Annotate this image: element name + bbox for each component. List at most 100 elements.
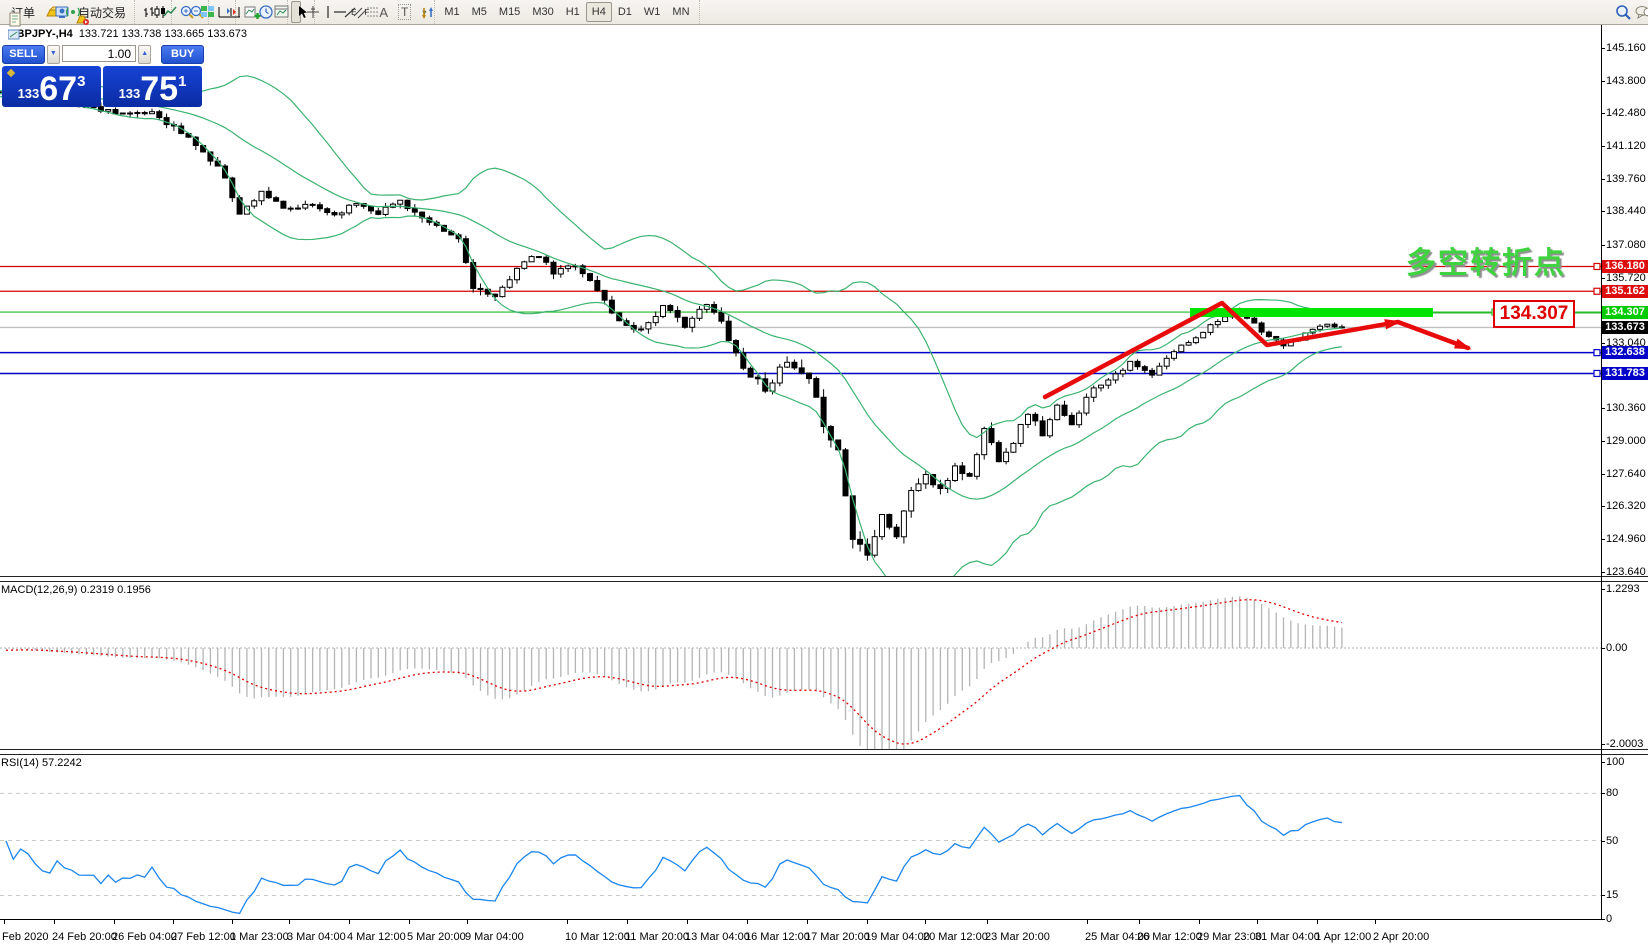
text-label-tool[interactable]: T bbox=[393, 1, 416, 23]
time-axis-tick bbox=[409, 920, 410, 924]
time-axis-tick bbox=[1087, 920, 1088, 924]
time-axis-label: Feb 2020 bbox=[2, 931, 48, 943]
buy-button[interactable]: BUY bbox=[161, 45, 204, 64]
macd-axis-tick bbox=[1601, 589, 1605, 590]
price-axis-label: 135.720 bbox=[1606, 272, 1646, 284]
price-axis-tick bbox=[1601, 572, 1605, 573]
time-axis-tick bbox=[1375, 920, 1376, 924]
price-axis-tick bbox=[1601, 441, 1605, 442]
macd-label: MACD(12,26,9) 0.2319 0.1956 bbox=[1, 584, 151, 596]
rsi-panel[interactable] bbox=[0, 753, 1601, 919]
timeframe-button-h1[interactable]: H1 bbox=[560, 2, 586, 22]
market-button[interactable] bbox=[40, 1, 50, 23]
arrows-tool[interactable]: ▾ bbox=[416, 1, 431, 23]
time-axis-tick bbox=[467, 920, 468, 924]
time-axis-label: 5 Mar 20:00 bbox=[407, 931, 466, 943]
time-axis-label: 27 Feb 12:00 bbox=[171, 931, 236, 943]
time-axis-tick bbox=[4, 920, 5, 924]
price-axis-tick bbox=[1601, 81, 1605, 82]
time-axis-tick bbox=[1139, 920, 1140, 924]
sell-price-main: 67 bbox=[39, 74, 77, 104]
price-annotation-box: 134.307 bbox=[1493, 300, 1575, 328]
one-click-trading-panel: SELL ▼ ▲ BUY 133 67 3 133 75 1 bbox=[2, 45, 204, 108]
rsi-axis-label: 100 bbox=[1606, 756, 1624, 768]
time-axis-label: 11 Mar 20:00 bbox=[625, 931, 689, 943]
turning-point-annotation: 多空转折点 bbox=[1406, 238, 1566, 282]
volume-input[interactable] bbox=[62, 45, 136, 62]
time-axis-tick bbox=[807, 920, 808, 924]
price-axis-tick bbox=[1601, 179, 1605, 180]
volume-decrease-button[interactable]: ▼ bbox=[47, 45, 60, 64]
time-axis-label: 17 Mar 20:00 bbox=[805, 931, 870, 943]
toolbar: 订单 自动交易 ▾ ▾ ▾ bbox=[0, 0, 1648, 25]
buy-price-pip: 1 bbox=[178, 73, 186, 90]
price-axis-label: 139.760 bbox=[1606, 173, 1646, 185]
price-axis-tick bbox=[1601, 278, 1605, 279]
price-axis-label: 129.000 bbox=[1606, 435, 1646, 447]
rsi-axis-label: 15 bbox=[1606, 889, 1618, 901]
macd-axis-label: -2.0003 bbox=[1606, 738, 1643, 750]
price-axis-tick bbox=[1601, 408, 1605, 409]
price-axis-label: 143.800 bbox=[1606, 75, 1646, 87]
time-axis-tick bbox=[987, 920, 988, 924]
time-axis-label: 1 Apr 12:00 bbox=[1315, 931, 1371, 943]
macd-axis-label: 1.2293 bbox=[1606, 583, 1640, 595]
price-axis-tick bbox=[1601, 211, 1605, 212]
time-axis-tick bbox=[54, 920, 55, 924]
price-tag: 136.180 bbox=[1602, 260, 1648, 273]
time-axis-tick bbox=[925, 920, 926, 924]
volume-increase-button[interactable]: ▲ bbox=[138, 45, 151, 64]
timeframe-button-m5[interactable]: M5 bbox=[466, 2, 493, 22]
price-axis-tick bbox=[1601, 343, 1605, 344]
price-tag: 135.162 bbox=[1602, 285, 1648, 298]
time-axis-label: 23 Mar 20:00 bbox=[985, 931, 1050, 943]
timeframe-button-h4[interactable]: H4 bbox=[586, 2, 612, 22]
time-axis-label: 1 Mar 23:00 bbox=[230, 931, 289, 943]
mt4-window: 订单 自动交易 ▾ ▾ ▾ bbox=[0, 0, 1648, 944]
price-axis-tick bbox=[1601, 113, 1605, 114]
timeframe-button-mn[interactable]: MN bbox=[666, 2, 695, 22]
timeframe-button-m1[interactable]: M1 bbox=[438, 2, 465, 22]
time-axis-label: 2 Apr 20:00 bbox=[1373, 931, 1429, 943]
time-axis-label: 20 Mar 12:00 bbox=[923, 931, 988, 943]
price-axis-label: 137.080 bbox=[1606, 239, 1646, 251]
buy-price-main: 75 bbox=[140, 74, 178, 104]
price-tag: 132.638 bbox=[1602, 346, 1648, 359]
rsi-axis-label: 50 bbox=[1606, 835, 1618, 847]
time-axis-line bbox=[0, 919, 1601, 920]
time-axis-tick bbox=[567, 920, 568, 924]
new-order-button[interactable]: 订单 bbox=[3, 1, 40, 23]
main-chart[interactable] bbox=[0, 25, 1601, 576]
time-axis-tick bbox=[1317, 920, 1318, 924]
time-axis-tick bbox=[867, 920, 868, 924]
price-axis-label: 145.160 bbox=[1606, 42, 1646, 54]
sell-button[interactable]: SELL bbox=[2, 45, 45, 64]
time-axis-tick bbox=[1199, 920, 1200, 924]
time-axis-label: 3 Mar 04:00 bbox=[287, 931, 346, 943]
macd-axis-tick bbox=[1601, 744, 1605, 745]
time-axis-label: 26 Mar 12:00 bbox=[1137, 931, 1202, 943]
timeframe-button-m15[interactable]: M15 bbox=[493, 2, 526, 22]
time-axis-label: 9 Mar 04:00 bbox=[465, 931, 524, 943]
macd-panel[interactable] bbox=[0, 580, 1601, 749]
buy-price-prefix: 133 bbox=[119, 86, 141, 101]
price-axis-label: 124.960 bbox=[1606, 533, 1646, 545]
timeframe-button-d1[interactable]: D1 bbox=[612, 2, 638, 22]
time-axis-tick bbox=[349, 920, 350, 924]
cursor-tool-button[interactable] bbox=[291, 1, 301, 23]
bar-chart-button[interactable] bbox=[138, 1, 148, 23]
price-axis-label: 130.360 bbox=[1606, 402, 1646, 414]
timeframe-button-w1[interactable]: W1 bbox=[638, 2, 667, 22]
timeframe-button-m30[interactable]: M30 bbox=[526, 2, 559, 22]
rsi-axis-label: 80 bbox=[1606, 787, 1618, 799]
price-axis-tick bbox=[1601, 506, 1605, 507]
price-axis-label: 141.120 bbox=[1606, 140, 1646, 152]
timeframe-group: M1M5M15M30H1H4D1W1MN bbox=[435, 0, 699, 24]
sell-price-panel[interactable]: 133 67 3 bbox=[2, 66, 101, 107]
buy-price-panel[interactable]: 133 75 1 bbox=[103, 66, 202, 107]
rsi-axis-tick bbox=[1601, 895, 1605, 896]
search-symbol-button[interactable] bbox=[1610, 1, 1620, 23]
time-axis-label: 19 Mar 04:00 bbox=[865, 931, 930, 943]
rsi-axis-tick bbox=[1601, 762, 1605, 763]
time-axis-tick bbox=[687, 920, 688, 924]
